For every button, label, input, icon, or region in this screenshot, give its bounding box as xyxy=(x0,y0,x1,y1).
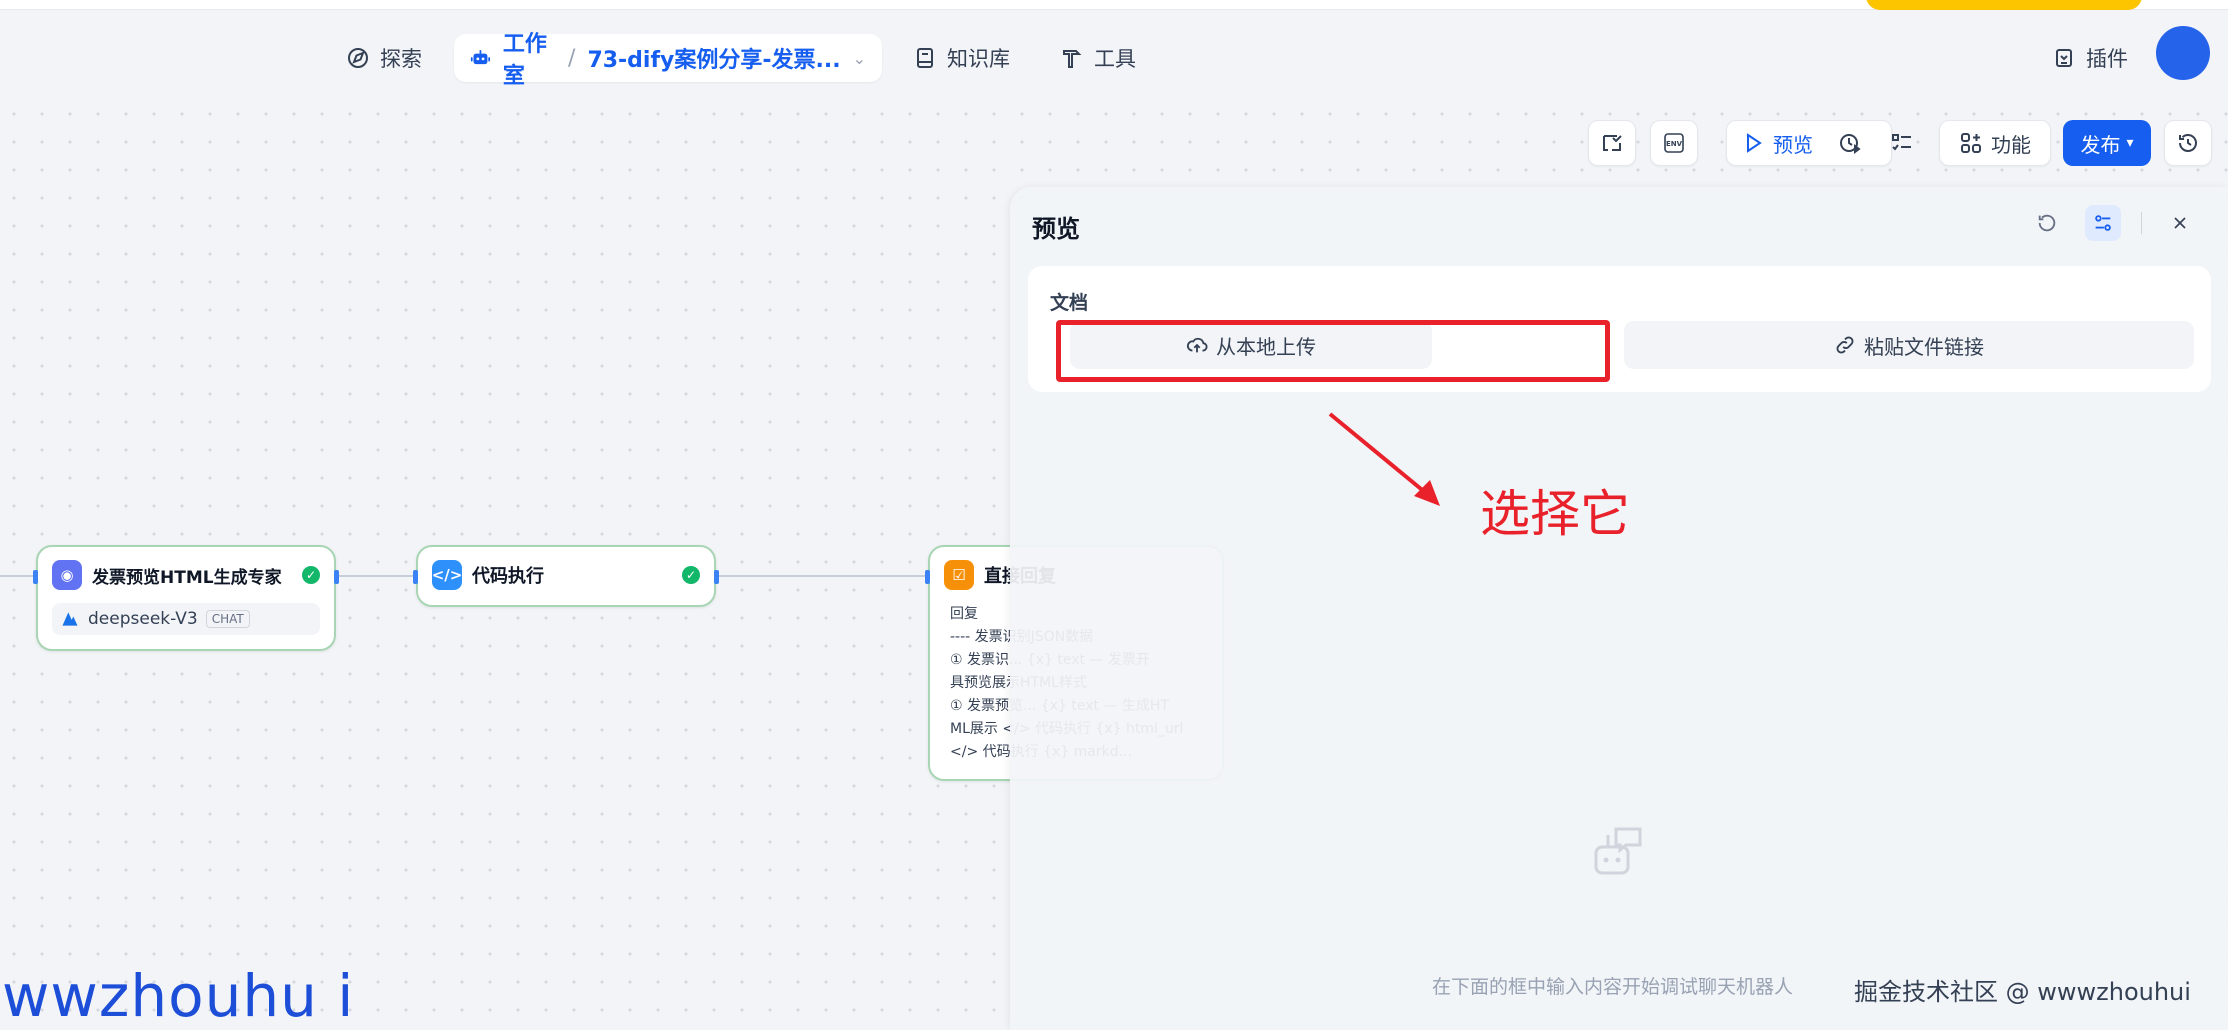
preview-label: 预览 xyxy=(1773,132,1813,157)
grid-plus-icon xyxy=(1961,133,1981,153)
node-handle-in[interactable] xyxy=(33,570,38,584)
avatar[interactable] xyxy=(2156,26,2210,80)
annotation-text: 选择它 xyxy=(1480,485,1630,543)
document-label: 文档 xyxy=(1050,292,1089,314)
version-history-button[interactable] xyxy=(2164,120,2212,166)
history-icon xyxy=(2179,134,2197,152)
nav-knowledge-label: 知识库 xyxy=(947,47,1010,71)
panel-title: 预览 xyxy=(1032,215,1080,243)
node-code[interactable]: </> 代码执行 ✓ xyxy=(413,545,719,607)
nav-explore[interactable]: 探索 xyxy=(346,36,422,80)
node-handle-in[interactable] xyxy=(413,570,418,584)
env-icon: ENV xyxy=(1664,133,1684,153)
deepseek-logo-icon xyxy=(62,612,78,626)
success-check-icon: ✓ xyxy=(682,566,700,584)
llm-icon: ◉ xyxy=(52,560,82,590)
chatbot-empty-icon xyxy=(1594,827,1642,875)
model-name: deepseek-V3 xyxy=(88,609,198,629)
edge-in xyxy=(0,575,36,577)
empty-chat-hint: 在下面的框中输入内容开始调试聊天机器人 xyxy=(1432,976,1794,998)
refresh-icon xyxy=(2038,214,2056,232)
model-tag: CHAT xyxy=(205,610,250,628)
publish-label: 发布 xyxy=(2080,132,2121,157)
yellow-banner[interactable] xyxy=(1866,0,2142,10)
model-selector[interactable]: deepseek-V3 CHAT xyxy=(52,603,320,635)
message-check-icon xyxy=(1603,135,1622,151)
svg-text:ENV: ENV xyxy=(1666,140,1683,148)
list-check-icon xyxy=(1892,134,1911,151)
paste-link-button[interactable]: 粘贴文件链接 xyxy=(1624,321,2194,369)
run-history-button[interactable] xyxy=(1827,121,1873,165)
studio-breadcrumb[interactable]: 工作室 / 73-dify案例分享-发票... ⌄ xyxy=(454,32,882,89)
watermark-left: wwzhouhu i xyxy=(2,962,355,1030)
chevron-down-icon: ▾ xyxy=(2126,135,2134,151)
hammer-icon xyxy=(1063,50,1082,68)
panel-actions xyxy=(2029,205,2198,241)
breadcrumb-separator: / xyxy=(568,45,576,71)
success-check-icon: ✓ xyxy=(302,566,320,584)
preview-group: 预览 xyxy=(1726,120,1892,166)
features-button[interactable]: 功能 xyxy=(1939,120,2051,166)
close-icon xyxy=(2174,217,2186,229)
chevron-down-icon[interactable]: ⌄ xyxy=(853,49,866,68)
app-name[interactable]: 73-dify案例分享-发票... xyxy=(587,42,840,74)
node-handle-out[interactable] xyxy=(334,570,339,584)
node-code-title: 代码执行 xyxy=(472,566,544,587)
variables-button[interactable] xyxy=(2085,205,2121,241)
arrow-annotation xyxy=(1328,412,1440,506)
compass-icon xyxy=(348,48,368,68)
checklist-button[interactable] xyxy=(1588,120,1636,166)
code-icon: </> xyxy=(432,560,462,590)
nav-plugins-label: 插件 xyxy=(2086,47,2128,71)
book-icon xyxy=(917,48,933,68)
node-handle-out[interactable] xyxy=(714,570,719,584)
divider xyxy=(2141,212,2142,234)
clock-play-icon xyxy=(1840,134,1861,154)
plugin-icon xyxy=(2056,49,2072,67)
top-nav: 探索 工作室 / 73-dify案例分享-发票... ⌄ 知识库 工具 插件 xyxy=(0,0,2228,100)
preview-button[interactable]: 预览 xyxy=(1727,121,1827,165)
nav-explore-label: 探索 xyxy=(380,47,422,71)
highlight-box xyxy=(1056,320,1610,382)
sliders-icon xyxy=(2095,215,2111,231)
nav-plugins[interactable]: 插件 xyxy=(2052,36,2128,80)
link-icon xyxy=(1836,336,1854,354)
features-label: 功能 xyxy=(1991,132,2031,157)
robot-icon xyxy=(470,50,491,65)
nav-knowledge[interactable]: 知识库 xyxy=(913,36,1010,80)
nav-studio-label[interactable]: 工作室 xyxy=(503,26,556,90)
node-llm-title: 发票预览HTML生成专家 xyxy=(92,567,282,588)
close-button[interactable] xyxy=(2162,205,2198,241)
edge-code-reply xyxy=(716,575,928,577)
node-llm[interactable]: ◉ 发票预览HTML生成专家 ✓ deepseek-V3 CHAT xyxy=(33,545,339,651)
nav-tools-label: 工具 xyxy=(1094,47,1136,71)
preview-panel: 预览 文档 从本地上传 粘贴文件链接 xyxy=(1010,187,2228,1030)
play-icon xyxy=(1747,133,1762,153)
nav-tools[interactable]: 工具 xyxy=(1060,36,1136,80)
env-button[interactable]: ENV xyxy=(1650,120,1698,166)
checklist-toggle-button[interactable] xyxy=(1878,120,1926,166)
watermark-right: 掘金技术社区 @ wwwzhouhui xyxy=(1854,978,2191,1006)
node-handle-in[interactable] xyxy=(925,570,930,584)
edge-llm-code xyxy=(336,575,416,577)
restart-button[interactable] xyxy=(2029,205,2065,241)
publish-button[interactable]: 发布 ▾ xyxy=(2063,120,2151,166)
paste-link-label: 粘贴文件链接 xyxy=(1864,334,1984,359)
reply-icon: ☑ xyxy=(944,560,974,590)
